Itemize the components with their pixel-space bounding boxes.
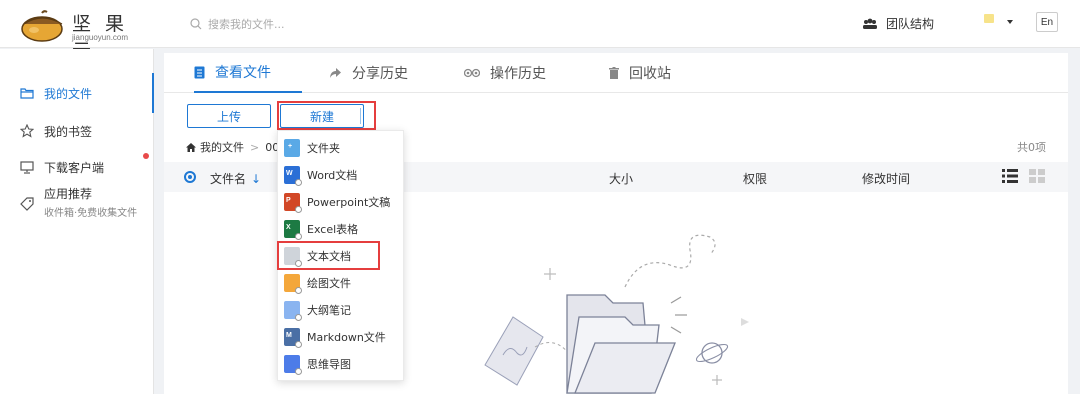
upload-button[interactable]: 上传 [187, 104, 271, 128]
sidebar-item-label: 我的文件 [44, 86, 93, 101]
team-structure-label: 团队结构 [886, 17, 935, 31]
team-structure-button[interactable]: 团队结构 [862, 15, 934, 32]
menu-item-word[interactable]: W Word文档 [278, 161, 405, 188]
highlight-box-text-document [277, 241, 380, 270]
home-icon[interactable] [186, 142, 196, 152]
chevron-down-icon[interactable] [1007, 20, 1013, 24]
select-all-radio[interactable] [184, 171, 196, 183]
menu-item-new-folder[interactable]: + 文件夹 [278, 134, 405, 161]
breadcrumb-separator: > [250, 140, 260, 154]
nut-logo-icon [21, 10, 63, 42]
menu-item-label: 文件夹 [307, 141, 340, 155]
menu-item-excel[interactable]: X Excel表格 [278, 215, 405, 242]
logo[interactable]: 坚 果 云 jianguoyun.com [20, 8, 140, 62]
breadcrumb: 我的文件 > 00f [186, 139, 283, 155]
sidebar: 我的文件 我的书签 下载客户端 应用推荐 收件箱·免费收集文件 [0, 49, 154, 394]
sidebar-item-bookmarks[interactable]: 我的书签 [0, 111, 154, 151]
tab-operation-history[interactable]: 操作历史 [464, 53, 546, 93]
sidebar-item-label: 下载客户端 [44, 160, 105, 175]
menu-item-label: 大纲笔记 [307, 303, 351, 317]
menu-item-label: Powerpoint文稿 [307, 195, 391, 209]
language-toggle[interactable]: En [1036, 12, 1058, 32]
word-icon: W [284, 165, 302, 186]
tab-label: 分享历史 [352, 66, 408, 82]
team-icon [863, 18, 877, 29]
menu-item-label: Word文档 [307, 168, 358, 182]
tab-label: 查看文件 [215, 65, 271, 81]
tab-view-files[interactable]: 查看文件 [194, 53, 302, 93]
star-icon [18, 122, 36, 140]
empty-folder-illustration [484, 234, 749, 394]
column-size[interactable]: 大小 [609, 170, 633, 187]
sidebar-item-label: 我的书签 [44, 124, 93, 139]
tag-icon [18, 195, 36, 213]
avatar[interactable] [984, 14, 994, 23]
menu-item-label: 思维导图 [307, 357, 351, 371]
notification-dot [143, 153, 149, 159]
column-name[interactable]: 文件名 ↓ [210, 170, 261, 187]
trash-icon [609, 67, 619, 79]
menu-item-markdown[interactable]: M Markdown文件 [278, 323, 405, 350]
sidebar-item-download-client[interactable]: 下载客户端 [0, 147, 154, 187]
drawing-icon [284, 273, 302, 294]
sidebar-item-text: 应用推荐 收件箱·免费收集文件 [44, 185, 137, 219]
total-count: 共0项 [1017, 141, 1046, 154]
sidebar-item-my-files[interactable]: 我的文件 [0, 73, 154, 113]
search-input[interactable]: 搜索我的文件... [208, 16, 285, 32]
sidebar-item-app-recommend[interactable]: 应用推荐 收件箱·免费收集文件 [0, 185, 154, 227]
menu-item-mindmap[interactable]: 思维导图 [278, 350, 405, 377]
tab-label: 回收站 [629, 66, 671, 82]
tab-recycle-bin[interactable]: 回收站 [609, 53, 671, 93]
breadcrumb-root[interactable]: 我的文件 [200, 139, 244, 155]
tab-share-history[interactable]: 分享历史 [329, 53, 408, 93]
search-icon [190, 18, 202, 30]
sidebar-item-label: 应用推荐 [44, 187, 93, 201]
folder-new-icon: + [284, 138, 300, 157]
column-name-label: 文件名 [210, 172, 247, 186]
logo-subtitle: jianguoyun.com [72, 33, 129, 42]
highlight-box-new-button [277, 101, 376, 130]
markdown-icon: M [284, 327, 302, 348]
tab-bar: 查看文件 分享历史 操作历史 回收站 [164, 53, 1068, 93]
tab-label: 操作历史 [490, 66, 546, 82]
list-view-icon[interactable] [1002, 169, 1018, 183]
folder-icon [18, 84, 36, 102]
document-icon [194, 66, 205, 79]
column-modified[interactable]: 修改时间 [862, 170, 910, 187]
sort-down-icon[interactable]: ↓ [251, 172, 261, 186]
monitor-icon [18, 158, 36, 176]
menu-item-drawing[interactable]: 绘图文件 [278, 269, 405, 296]
share-arrow-icon [329, 67, 342, 79]
menu-item-label: 绘图文件 [307, 276, 351, 290]
grid-view-icon[interactable] [1029, 169, 1045, 183]
menu-item-powerpoint[interactable]: P Powerpoint文稿 [278, 188, 405, 215]
excel-icon: X [284, 219, 302, 240]
top-header: 坚 果 云 jianguoyun.com 搜索我的文件... 团队结构 En [0, 0, 1080, 62]
menu-item-label: Markdown文件 [307, 330, 386, 344]
powerpoint-icon: P [284, 192, 302, 213]
outline-note-icon [284, 300, 302, 321]
menu-item-label: Excel表格 [307, 222, 359, 236]
menu-item-outline-note[interactable]: 大纲笔记 [278, 296, 405, 323]
history-icon [464, 68, 480, 78]
column-permission[interactable]: 权限 [743, 170, 767, 187]
mindmap-icon [284, 354, 302, 375]
search-bar[interactable]: 搜索我的文件... [190, 15, 285, 33]
sidebar-item-sublabel: 收件箱·免费收集文件 [44, 208, 138, 219]
